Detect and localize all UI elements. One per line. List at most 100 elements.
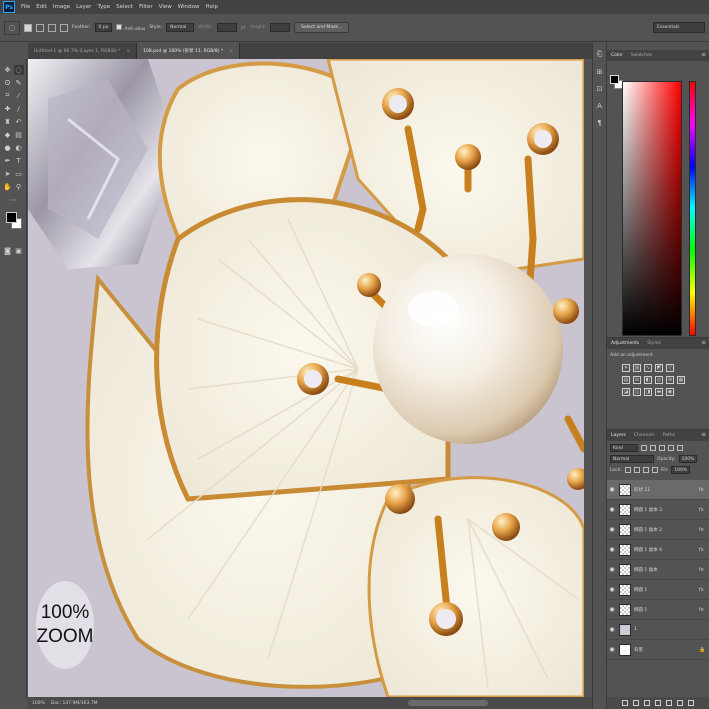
visibility-eye-icon[interactable]: ◉ [607,646,617,653]
delete-layer-icon[interactable] [688,700,694,706]
move-tool-icon[interactable]: ✥ [3,65,13,75]
new-layer-icon[interactable] [677,700,683,706]
dodge-tool-icon[interactable]: ◐ [14,143,24,153]
workspace-select[interactable]: Essentials [653,22,705,33]
lasso-tool-icon[interactable]: ʘ [3,78,13,88]
tab-color[interactable]: Color [607,53,627,58]
layer-row[interactable]: ◉ 椭圆 1 fx [607,600,709,620]
rectangle-tool-icon[interactable]: ▭ [14,169,24,179]
history-panel-icon[interactable]: ⎗ [594,49,605,60]
menu-type[interactable]: Type [94,4,113,10]
fill-input[interactable]: 100% [671,466,691,474]
layer-name[interactable]: 背景 [634,647,699,653]
menu-filter[interactable]: Filter [136,4,156,10]
menu-image[interactable]: Image [50,4,73,10]
status-zoom[interactable]: 100% [32,701,45,706]
eyedropper-icon[interactable]: ⁄ [14,91,24,101]
layer-name[interactable]: 形状 11 [634,487,699,493]
filter-pixel-icon[interactable] [641,445,647,451]
layer-style-icon[interactable] [633,700,639,706]
layer-row[interactable]: ◉ 椭圆 1 副本 4 fx [607,540,709,560]
menu-select[interactable]: Select [113,4,136,10]
hue-slider[interactable] [689,81,696,336]
subtract-selection-button[interactable] [48,23,56,32]
history-brush-icon[interactable]: ↶ [14,117,24,127]
lock-image-icon[interactable] [633,467,640,473]
path-select-icon[interactable]: ➤ [3,169,13,179]
visibility-eye-icon[interactable]: ◉ [607,606,617,613]
photo-filter-icon[interactable]: ◎ [655,376,663,384]
link-layers-icon[interactable] [622,700,628,706]
new-adjustment-icon[interactable] [655,700,661,706]
threshold-icon[interactable]: ◨ [644,388,652,396]
close-icon[interactable]: × [126,49,130,54]
visibility-eye-icon[interactable]: ◉ [607,566,617,573]
layer-name[interactable]: 椭圆 1 [634,587,699,593]
width-input[interactable] [216,23,237,32]
lock-position-icon[interactable] [642,467,649,473]
antialias-toggle[interactable]: Anti-alias [116,23,145,32]
layer-name[interactable]: 1 [634,627,709,632]
new-group-icon[interactable] [666,700,672,706]
menu-layer[interactable]: Layer [73,4,94,10]
filter-shape-icon[interactable] [668,445,674,451]
layer-effects-icon[interactable]: fx [699,607,709,613]
selective-color-icon[interactable]: ◉ [666,388,674,396]
brightness-contrast-icon[interactable]: ☀ [622,364,630,372]
brush-tool-icon[interactable]: ∕ [14,104,24,114]
antialias-checkbox[interactable] [116,23,123,30]
blend-mode-select[interactable]: Normal [610,455,654,463]
status-doc-size[interactable]: Doc: 147.9M/363.7M [51,701,98,706]
layer-row[interactable]: ◉ 椭圆 1 副本 3 fx [607,500,709,520]
opacity-input[interactable]: 100% [678,455,698,463]
lock-transparent-icon[interactable] [624,467,631,473]
menu-window[interactable]: Window [175,4,203,10]
lock-all-icon[interactable] [651,467,658,473]
filter-smart-icon[interactable] [677,445,683,451]
quick-select-icon[interactable]: ✎ [14,78,24,88]
layer-name[interactable]: 椭圆 1 副本 2 [634,527,699,533]
blur-tool-icon[interactable]: ● [3,143,13,153]
style-select[interactable]: Normal [166,23,195,32]
new-selection-button[interactable] [24,23,32,32]
menu-file[interactable]: File [18,4,33,10]
paragraph-panel-icon[interactable]: ¶ [594,117,605,128]
layer-row[interactable]: ◉ 形状 11 fx [607,480,709,500]
layer-effects-icon[interactable]: fx [699,487,709,493]
color-balance-icon[interactable]: ⚖ [633,376,641,384]
invert-icon[interactable]: ◪ [622,388,630,396]
black-white-icon[interactable]: ◧ [644,376,652,384]
visibility-eye-icon[interactable]: ◉ [607,526,617,533]
layer-name[interactable]: 椭圆 1 [634,607,699,613]
vibrance-icon[interactable]: ▽ [666,364,674,372]
layer-effects-icon[interactable]: fx [699,567,709,573]
tab-layers[interactable]: Layers [607,433,630,438]
filter-type-icon[interactable] [659,445,665,451]
height-input[interactable] [270,23,291,32]
tool-preset-picker[interactable]: ◌ [4,20,20,35]
document-canvas[interactable]: 100% ZOOM [28,59,584,697]
panel-menu-icon[interactable]: ≡ [701,51,706,58]
screen-mode-icon[interactable]: ▣ [14,246,24,256]
feather-input[interactable]: 0 px [94,23,113,32]
intersect-selection-button[interactable] [60,23,68,32]
layer-mask-icon[interactable] [644,700,650,706]
exposure-icon[interactable]: ◩ [655,364,663,372]
tab-untitled[interactable]: Untitled-1 @ 66.7% (Layer 1, RGB/8) * × [28,43,138,59]
visibility-eye-icon[interactable]: ◉ [607,586,617,593]
select-and-mask-button[interactable]: Select and Mask... [294,22,350,33]
tab-channels[interactable]: Channels [630,433,659,438]
layer-row[interactable]: ◉ 背景 🔒 [607,640,709,660]
hue-saturation-icon[interactable]: ▤ [622,376,630,384]
panel-menu-icon[interactable]: ≡ [701,431,706,438]
tab-styles[interactable]: Styles [643,341,665,346]
color-lookup-icon[interactable]: ▦ [677,376,685,384]
hand-tool-icon[interactable]: ✋ [3,182,13,192]
eraser-icon[interactable]: ◆ [3,130,13,140]
foreground-color[interactable] [6,212,17,223]
gradient-map-icon[interactable]: ▬ [655,388,663,396]
panel-menu-icon[interactable]: ≡ [701,339,706,346]
clone-stamp-icon[interactable]: ♜ [3,117,13,127]
layer-row[interactable]: ◉ 椭圆 1 副本 2 fx [607,520,709,540]
layer-row[interactable]: ◉ 椭圆 1 副本 fx [607,560,709,580]
